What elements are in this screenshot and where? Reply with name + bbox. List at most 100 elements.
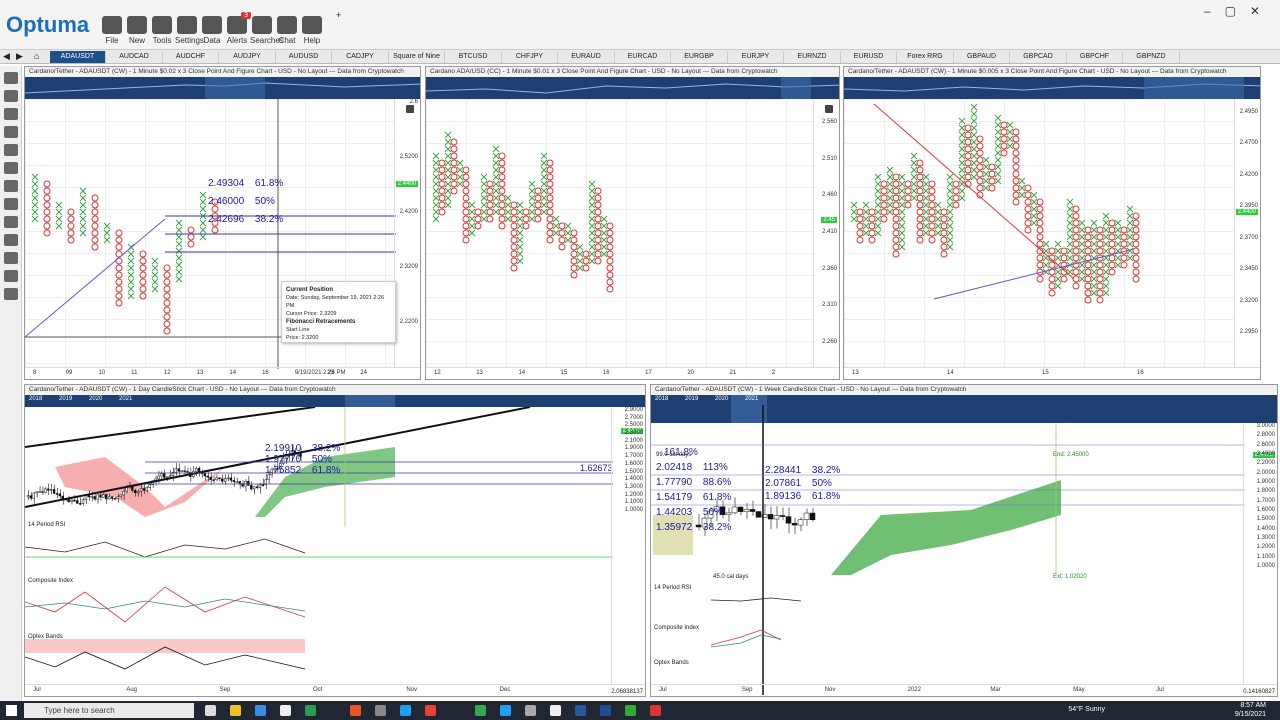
pen-icon[interactable] [3, 180, 18, 192]
app-icon[interactable] [280, 705, 291, 716]
candlestick-plot[interactable] [651, 395, 1245, 695]
ichimoku-cloud-red [55, 457, 225, 517]
save-icon[interactable] [3, 108, 18, 120]
app-icon[interactable] [400, 705, 411, 716]
app-icon[interactable] [305, 705, 316, 716]
fib-price: 1.35972 [656, 522, 693, 533]
data-button[interactable]: Data [200, 16, 224, 45]
app-icon[interactable] [500, 705, 511, 716]
pnf-plot[interactable] [426, 99, 815, 369]
crosshair-icon[interactable] [3, 198, 18, 210]
app-icon[interactable] [625, 705, 636, 716]
home-icon[interactable]: ⌂ [34, 51, 39, 61]
candle-body [119, 494, 122, 497]
layers-icon[interactable] [3, 270, 18, 282]
app-icon[interactable] [375, 705, 386, 716]
symbol-tab[interactable]: AUDCHF [163, 51, 219, 63]
add-ribbon-icon[interactable]: + [336, 10, 341, 20]
app-icon[interactable] [575, 705, 586, 716]
app-icon[interactable] [350, 705, 361, 716]
windows-start-icon[interactable] [6, 705, 17, 716]
symbol-tab[interactable]: EURGBP [672, 51, 728, 63]
chart-pane-pnf-3[interactable]: Cardano/Tether - ADAUSDT (CW) - 1 Minute… [843, 66, 1261, 380]
pnf-o-mark [498, 166, 506, 174]
axis-tick-label: 1.9000 [624, 445, 643, 452]
symbol-tab[interactable]: BTCUSD [446, 51, 502, 63]
chart-pane-pnf-1[interactable]: Cardano/Tether - ADAUSDT (CW) - 1 Minute… [24, 66, 421, 380]
symbol-tab[interactable]: EURCAD [615, 51, 671, 63]
lock-icon[interactable] [825, 105, 833, 113]
symbol-tab[interactable]: Forex RRG [898, 51, 954, 63]
check-icon[interactable] [3, 288, 18, 300]
tooltip-title: Current Position [286, 287, 334, 293]
weather-text[interactable]: 54°F Sunny [1068, 706, 1105, 713]
image-icon[interactable] [3, 90, 18, 102]
overview-strip[interactable] [426, 77, 839, 99]
pnf-plot[interactable] [844, 99, 1236, 369]
overview-year: 2018 [29, 396, 43, 402]
clock-date[interactable]: 9/15/2021 [1235, 711, 1266, 718]
symbol-tab[interactable]: CHFJPY [502, 51, 558, 63]
chat-button[interactable]: Chat [275, 16, 299, 45]
overview-strip[interactable]: 2018 2019 2020 2021 [25, 395, 645, 407]
lock-icon[interactable] [406, 105, 414, 113]
list-icon[interactable] [3, 72, 18, 84]
taskbar-search[interactable]: Type here to search [24, 703, 194, 718]
app-icon[interactable] [425, 705, 436, 716]
chart-pane-daily[interactable]: Cardano/Tether - ADAUSDT (CW) - 1 Day Ca… [24, 384, 646, 697]
paint-icon[interactable] [3, 252, 18, 264]
forward-icon[interactable]: ▶ [16, 51, 23, 62]
back-icon[interactable]: ◀ [3, 51, 10, 62]
symbol-tab[interactable]: AUDUSD [276, 51, 332, 63]
print-icon[interactable] [3, 126, 18, 138]
pnf-o-mark [892, 236, 900, 244]
app-icon[interactable] [475, 705, 486, 716]
settings-button[interactable]: Settings [175, 16, 204, 45]
help-button[interactable]: Help [300, 16, 324, 45]
symbol-tab[interactable]: Square of Nine [389, 51, 445, 63]
symbol-tab[interactable]: GBPNZD [1124, 51, 1180, 63]
app-icon[interactable] [525, 705, 536, 716]
candle-body [142, 488, 146, 491]
chart-pane-pnf-2[interactable]: Cardano ADA/USD (CC) - 1 Minute $0.01 x … [425, 66, 840, 380]
symbol-tab[interactable]: AUDCAD [107, 51, 163, 63]
symbol-tab[interactable]: EURUSD [841, 51, 897, 63]
new-button[interactable]: New [125, 16, 149, 45]
symbol-tab[interactable]: GBPCAD [1011, 51, 1067, 63]
pnf-o-mark [163, 313, 171, 321]
pnf-o-mark [928, 194, 936, 202]
app-icon[interactable] [550, 705, 561, 716]
overview-strip[interactable] [844, 77, 1260, 99]
symbol-tab[interactable]: AUDJPY [220, 51, 276, 63]
file-button[interactable]: File [100, 16, 124, 45]
app-icon[interactable] [650, 705, 661, 716]
candle-body [163, 473, 166, 478]
searches-button[interactable]: Searches [250, 16, 284, 45]
window-controls[interactable]: –▢✕ [1204, 4, 1274, 18]
app-icon[interactable] [230, 705, 241, 716]
symbol-tab[interactable]: GBPAUD [954, 51, 1010, 63]
date-tick-label: 20 [687, 370, 695, 376]
grid-icon[interactable] [3, 234, 18, 246]
pnf-o-mark [880, 194, 888, 202]
overview-strip[interactable] [25, 77, 420, 99]
lock-icon[interactable] [3, 216, 18, 228]
redo-icon[interactable] [3, 162, 18, 174]
symbol-tab[interactable]: CADJPY [333, 51, 389, 63]
undo-icon[interactable] [3, 144, 18, 156]
clock-time[interactable]: 8:57 AM [1240, 702, 1266, 709]
app-icon[interactable] [600, 705, 611, 716]
app-icon[interactable] [255, 705, 266, 716]
symbol-tab[interactable]: EURAUD [559, 51, 615, 63]
alerts-button[interactable]: 3 Alerts [225, 12, 251, 45]
fib-level-label: 1.44203 50% [656, 507, 723, 518]
chart-pane-weekly[interactable]: Cardano/Tether - ADAUSDT (CW) - 1 Week C… [650, 384, 1278, 697]
symbol-tab[interactable]: EURNZD [785, 51, 841, 63]
pnf-o-mark [450, 187, 458, 195]
symbol-tab[interactable]: GBPCHF [1067, 51, 1123, 63]
pnf-o-mark [43, 229, 51, 237]
symbol-tab[interactable]: ADAUSDT [50, 51, 106, 63]
task-view-icon[interactable] [205, 705, 216, 716]
symbol-tab[interactable]: EURJPY [728, 51, 784, 63]
tools-button[interactable]: Tools [150, 16, 174, 45]
